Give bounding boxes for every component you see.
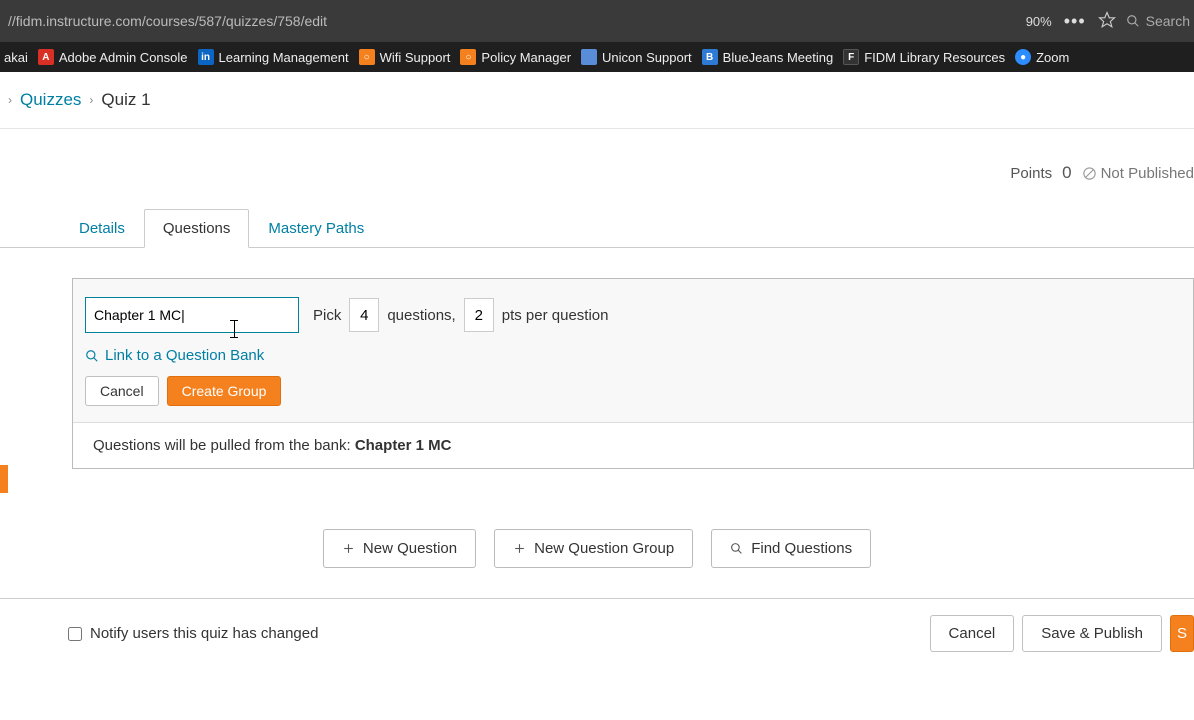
search-icon	[730, 542, 743, 555]
save-and-publish-button[interactable]: Save & Publish	[1022, 615, 1162, 652]
bookmark-akai[interactable]: akai	[4, 50, 28, 65]
bookmarks-toolbar: akai AAdobe Admin Console inLearning Man…	[0, 42, 1194, 72]
quiz-summary-row: Points 0 Not Published	[0, 129, 1194, 191]
bank-name: Chapter 1 MC	[355, 437, 452, 454]
url-text[interactable]: //fidm.instructure.com/courses/587/quizz…	[0, 13, 1026, 29]
tab-mastery-paths[interactable]: Mastery Paths	[249, 209, 383, 247]
bookmark-star-icon[interactable]	[1098, 11, 1116, 32]
breadcrumb: › Quizzes › Quiz 1	[0, 72, 1194, 129]
bookmark-adobe[interactable]: AAdobe Admin Console	[38, 49, 188, 65]
policy-icon: ○	[460, 49, 476, 65]
breadcrumb-current: Quiz 1	[101, 90, 150, 110]
pick-count-input[interactable]	[349, 298, 379, 332]
tab-questions[interactable]: Questions	[144, 209, 250, 248]
find-questions-button[interactable]: Find Questions	[711, 529, 871, 568]
browser-address-bar: //fidm.instructure.com/courses/587/quizz…	[0, 0, 1194, 42]
help-edge-tab[interactable]	[0, 465, 8, 493]
bank-source-info: Questions will be pulled from the bank: …	[73, 422, 1193, 468]
bluejeans-icon: B	[702, 49, 718, 65]
create-group-button[interactable]: Create Group	[167, 376, 282, 406]
pts-per-question-label: pts per question	[502, 307, 609, 324]
chevron-right-icon: ›	[8, 93, 12, 107]
quiz-save-bar: Notify users this quiz has changed Cance…	[0, 598, 1194, 668]
bookmark-bluejeans[interactable]: BBlueJeans Meeting	[702, 49, 834, 65]
zoom-icon: ●	[1015, 49, 1031, 65]
link-question-bank[interactable]: Link to a Question Bank	[85, 347, 1181, 364]
group-name-input[interactable]	[85, 297, 299, 333]
fidm-icon: F	[843, 49, 859, 65]
bookmark-fidm[interactable]: FFIDM Library Resources	[843, 49, 1005, 65]
question-action-buttons: New Question New Question Group Find Que…	[0, 529, 1194, 568]
pick-label: Pick	[313, 307, 341, 324]
points-per-question-input[interactable]	[464, 298, 494, 332]
bookmark-wifi[interactable]: ○Wifi Support	[359, 49, 451, 65]
browser-search[interactable]: Search	[1126, 13, 1190, 29]
notify-users-checkbox[interactable]	[68, 627, 82, 641]
cancel-quiz-button[interactable]: Cancel	[930, 615, 1015, 652]
browser-search-placeholder: Search	[1146, 13, 1190, 29]
linkedin-icon: in	[198, 49, 214, 65]
bookmark-policy[interactable]: ○Policy Manager	[460, 49, 571, 65]
unicon-icon	[581, 49, 597, 65]
new-question-group-button[interactable]: New Question Group	[494, 529, 693, 568]
cancel-group-button[interactable]: Cancel	[85, 376, 159, 406]
wifi-icon: ○	[359, 49, 375, 65]
tab-details[interactable]: Details	[60, 209, 144, 247]
not-published-icon	[1082, 166, 1097, 181]
points-label: Points	[1010, 165, 1052, 182]
breadcrumb-parent-link[interactable]: Quizzes	[20, 90, 81, 110]
bookmark-unicon[interactable]: Unicon Support	[581, 49, 692, 65]
question-group-editor: Pick questions, pts per question Link to…	[72, 278, 1194, 469]
new-question-button[interactable]: New Question	[323, 529, 476, 568]
publish-status[interactable]: Not Published	[1082, 165, 1194, 182]
bookmark-zoom[interactable]: ●Zoom	[1015, 49, 1069, 65]
plus-icon	[342, 542, 355, 555]
bookmark-learning[interactable]: inLearning Management	[198, 49, 349, 65]
zoom-level[interactable]: 90%	[1026, 14, 1052, 29]
save-button[interactable]: S	[1170, 615, 1194, 652]
questions-label: questions,	[387, 307, 455, 324]
quiz-edit-tabs: Details Questions Mastery Paths	[0, 209, 1194, 248]
plus-icon	[513, 542, 526, 555]
chevron-right-icon: ›	[89, 93, 93, 107]
points-value: 0	[1062, 163, 1071, 183]
overflow-menu-icon[interactable]: •••	[1064, 11, 1086, 32]
adobe-icon: A	[38, 49, 54, 65]
notify-users-checkbox-label[interactable]: Notify users this quiz has changed	[68, 625, 318, 642]
search-icon	[85, 349, 99, 363]
